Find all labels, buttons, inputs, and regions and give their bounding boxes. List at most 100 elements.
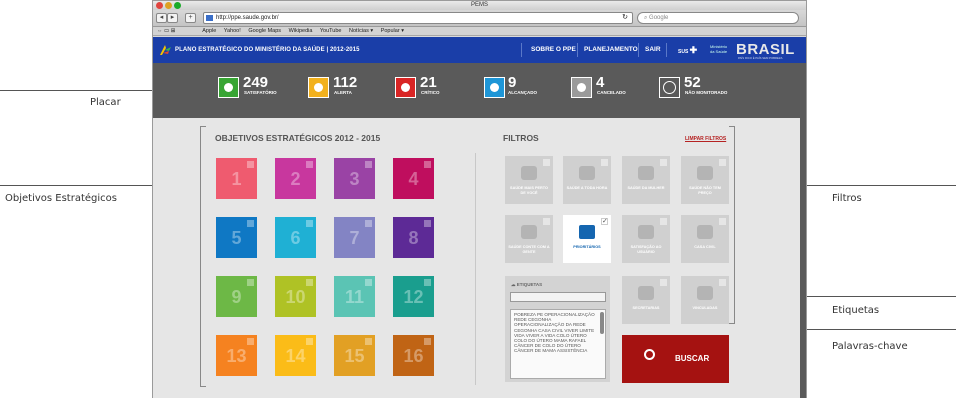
objetivo-tile[interactable]: 5 bbox=[216, 217, 257, 258]
objetivo-number: 16 bbox=[403, 346, 424, 366]
objetivo-tile[interactable]: 4 bbox=[393, 158, 434, 199]
buscar-label: BUSCAR bbox=[675, 354, 710, 363]
filter-tile[interactable]: SAÚDE DA MULHER bbox=[622, 156, 670, 204]
filtros-title: FILTROS bbox=[503, 133, 539, 143]
back-button[interactable]: ◂ bbox=[156, 13, 167, 23]
objetivo-checkbox[interactable] bbox=[247, 220, 254, 227]
etiquetas-input[interactable] bbox=[510, 292, 606, 302]
bookmark-item[interactable]: Popular ▾ bbox=[381, 28, 404, 34]
callout-placar: Placar bbox=[90, 97, 121, 108]
objetivo-checkbox[interactable] bbox=[247, 338, 254, 345]
filter-tile[interactable]: SECRETARIAS bbox=[622, 276, 670, 324]
search-placeholder: Google bbox=[649, 15, 669, 21]
objetivo-number: 12 bbox=[403, 287, 424, 307]
objetivo-checkbox[interactable] bbox=[365, 279, 372, 286]
filter-checkbox[interactable] bbox=[601, 159, 608, 166]
nav-sair[interactable]: SAIR bbox=[645, 37, 661, 63]
objetivo-tile[interactable]: 15 bbox=[334, 335, 375, 376]
buscar-button[interactable]: BUSCAR bbox=[622, 335, 729, 383]
filter-checkbox[interactable] bbox=[660, 279, 667, 286]
bookmark-item[interactable]: YouTube bbox=[320, 28, 342, 34]
bookmark-item[interactable]: Wikipedia bbox=[289, 28, 313, 34]
objetivo-tile[interactable]: 2 bbox=[275, 158, 316, 199]
objetivo-checkbox[interactable] bbox=[424, 161, 431, 168]
page-scrollbar[interactable] bbox=[800, 63, 806, 398]
filter-icon bbox=[638, 166, 654, 180]
bookmark-item[interactable]: Yahoo! bbox=[224, 28, 241, 34]
objetivo-checkbox[interactable] bbox=[424, 338, 431, 345]
objetivo-checkbox[interactable] bbox=[365, 338, 372, 345]
limpar-filtros-link[interactable]: LIMPAR FILTROS bbox=[685, 136, 726, 142]
objetivo-tile[interactable]: 7 bbox=[334, 217, 375, 258]
objetivo-checkbox[interactable] bbox=[365, 220, 372, 227]
filter-checkbox[interactable] bbox=[543, 218, 550, 225]
filter-checkbox[interactable] bbox=[719, 218, 726, 225]
filter-tile[interactable]: SAÚDE MAIS PERTO DE VOCÊ bbox=[505, 156, 553, 204]
search-input[interactable]: ⌕ Google bbox=[637, 12, 799, 24]
checkmark-icon[interactable]: ✓ bbox=[601, 218, 608, 225]
objetivo-checkbox[interactable] bbox=[306, 220, 313, 227]
objetivo-checkbox[interactable] bbox=[306, 161, 313, 168]
reload-icon[interactable]: ↻ bbox=[622, 13, 628, 23]
satisfatorio-box bbox=[218, 77, 239, 98]
filter-checkbox[interactable] bbox=[719, 279, 726, 286]
objetivo-tile[interactable]: 13 bbox=[216, 335, 257, 376]
filter-icon bbox=[521, 225, 537, 239]
filter-label: SAÚDE A TODA HORA bbox=[566, 186, 608, 190]
filter-tile[interactable]: SAÚDE NÃO TEM PREÇO bbox=[681, 156, 729, 204]
objetivo-checkbox[interactable] bbox=[306, 279, 313, 286]
bookmark-item[interactable]: Google Maps bbox=[248, 28, 281, 34]
objetivo-tile[interactable]: 14 bbox=[275, 335, 316, 376]
objetivo-number: 5 bbox=[231, 228, 242, 248]
objetivo-checkbox[interactable] bbox=[247, 161, 254, 168]
objetivo-checkbox[interactable] bbox=[247, 279, 254, 286]
objetivo-tile[interactable]: 9 bbox=[216, 276, 257, 317]
filter-checkbox[interactable] bbox=[660, 218, 667, 225]
bookmark-item[interactable]: Apple bbox=[202, 28, 216, 34]
ministerio-logo: Ministério da Saúde bbox=[710, 44, 728, 54]
address-url: http://ppe.saude.gov.br/ bbox=[216, 15, 279, 21]
filter-tile[interactable]: SAÚDE A TODA HORA bbox=[563, 156, 611, 204]
etiquetas-title: ☁ ETIQUETAS bbox=[511, 282, 543, 287]
filter-tile[interactable]: CASA CIVIL bbox=[681, 215, 729, 263]
objetivo-tile[interactable]: 1 bbox=[216, 158, 257, 199]
add-bookmark-button[interactable]: + bbox=[185, 13, 196, 23]
sad-face-icon bbox=[401, 83, 410, 92]
bookmark-item[interactable]: Notícias ▾ bbox=[349, 28, 373, 34]
objetivo-tile[interactable]: 6 bbox=[275, 217, 316, 258]
forward-button[interactable]: ▸ bbox=[167, 13, 178, 23]
filter-checkbox[interactable] bbox=[719, 159, 726, 166]
bookmarks-icons[interactable]: ⇔ ▭ ⊞ bbox=[157, 27, 195, 36]
filter-tile[interactable]: SAÚDE CONTE COM A GENTE bbox=[505, 215, 553, 263]
filter-checkbox[interactable] bbox=[543, 159, 550, 166]
objetivo-checkbox[interactable] bbox=[424, 220, 431, 227]
objetivo-checkbox[interactable] bbox=[306, 338, 313, 345]
objetivo-tile[interactable]: 11 bbox=[334, 276, 375, 317]
filter-icon bbox=[638, 286, 654, 300]
filter-label: VINCULADAS bbox=[692, 306, 718, 310]
objetivo-number: 14 bbox=[285, 346, 306, 366]
address-bar[interactable]: http://ppe.saude.gov.br/ ↻ bbox=[203, 12, 633, 24]
score-value: 52 bbox=[684, 74, 701, 91]
filter-checkbox[interactable] bbox=[660, 159, 667, 166]
objetivo-checkbox[interactable] bbox=[424, 279, 431, 286]
objetivo-checkbox[interactable] bbox=[365, 161, 372, 168]
objetivo-number: 15 bbox=[344, 346, 365, 366]
objetivo-number: 4 bbox=[408, 169, 419, 189]
site-favicon-icon bbox=[206, 15, 213, 21]
objetivo-tile[interactable]: 12 bbox=[393, 276, 434, 317]
objetivo-tile[interactable]: 8 bbox=[393, 217, 434, 258]
nav-planejamento[interactable]: PLANEJAMENTO bbox=[584, 37, 638, 63]
objetivo-tile[interactable]: 10 bbox=[275, 276, 316, 317]
filter-icon bbox=[579, 166, 595, 180]
filter-tile[interactable]: PRIORITÁRIOS ✓ bbox=[563, 215, 611, 263]
filter-icon bbox=[638, 225, 654, 239]
nav-sobre[interactable]: SOBRE O PPE bbox=[531, 37, 576, 63]
keyword-list[interactable]: POBREZA PE OPERACIONALIZAÇÃO REDE CEGONH… bbox=[510, 309, 606, 379]
keyword-scrollbar[interactable] bbox=[600, 312, 604, 334]
keyword-list-text: POBREZA PE OPERACIONALIZAÇÃO REDE CEGONH… bbox=[514, 312, 595, 354]
objetivo-tile[interactable]: 16 bbox=[393, 335, 434, 376]
filter-tile[interactable]: VINCULADAS bbox=[681, 276, 729, 324]
filter-tile[interactable]: SATISFAÇÃO AO USUÁRIO bbox=[622, 215, 670, 263]
objetivo-tile[interactable]: 3 bbox=[334, 158, 375, 199]
